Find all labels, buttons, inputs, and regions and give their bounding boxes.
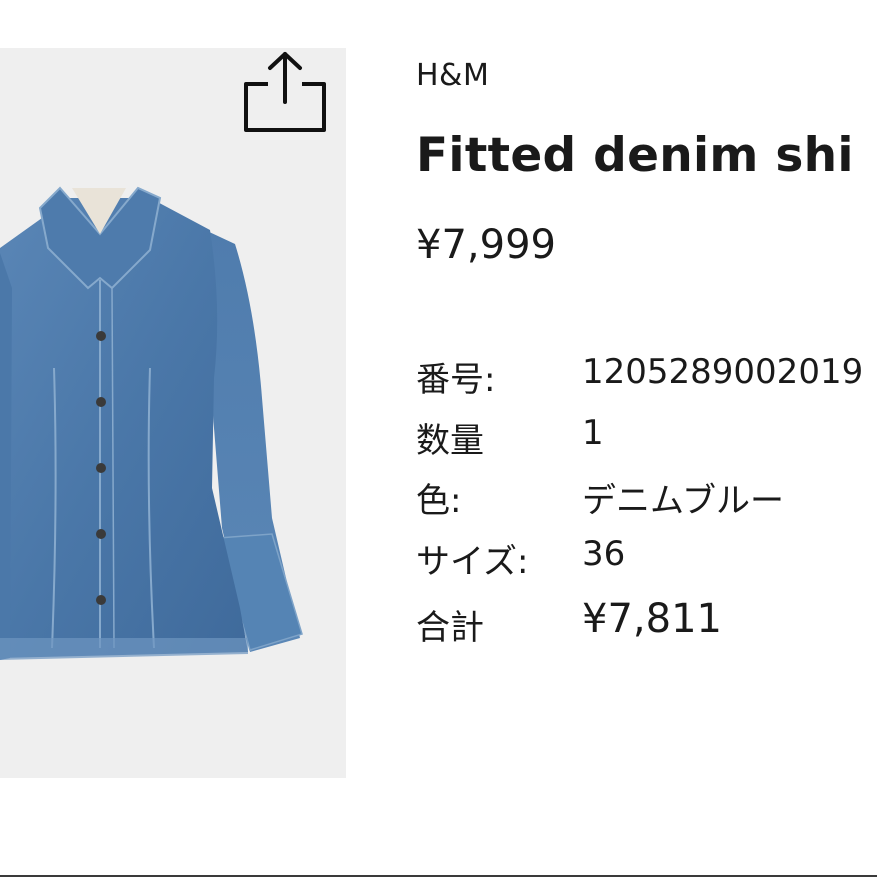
spec-value: 1205289002019: [582, 352, 864, 392]
spec-row-total: 合計 ¥7,811: [416, 596, 877, 648]
product-title[interactable]: Fitted denim shi: [416, 128, 854, 183]
spec-label: 数量: [416, 421, 484, 461]
spec-label: 番号:: [416, 360, 496, 400]
product-image[interactable]: [0, 48, 346, 778]
share-icon: [244, 52, 326, 132]
spec-row-quantity: 数量 1: [416, 413, 877, 461]
spec-label: サイズ:: [416, 542, 529, 582]
share-button[interactable]: [240, 46, 332, 138]
product-details: H&M Fitted denim shi ¥7,999 番号: 12052890…: [416, 0, 877, 877]
spec-label: 合計: [416, 608, 484, 648]
brand-name: H&M: [416, 58, 490, 93]
spec-row-number: 番号: 1205289002019: [416, 352, 877, 400]
spec-value-total: ¥7,811: [582, 596, 722, 642]
spec-row-color: 色: デニムブルー: [416, 473, 877, 521]
spec-label: 色:: [416, 481, 462, 521]
spec-value: デニムブルー: [582, 481, 784, 521]
product-price: ¥7,999: [416, 222, 556, 268]
spec-row-size: サイズ: 36: [416, 534, 877, 582]
spec-value: 1: [582, 413, 604, 453]
spec-value: 36: [582, 534, 626, 574]
denim-shirt-image: [0, 186, 303, 660]
